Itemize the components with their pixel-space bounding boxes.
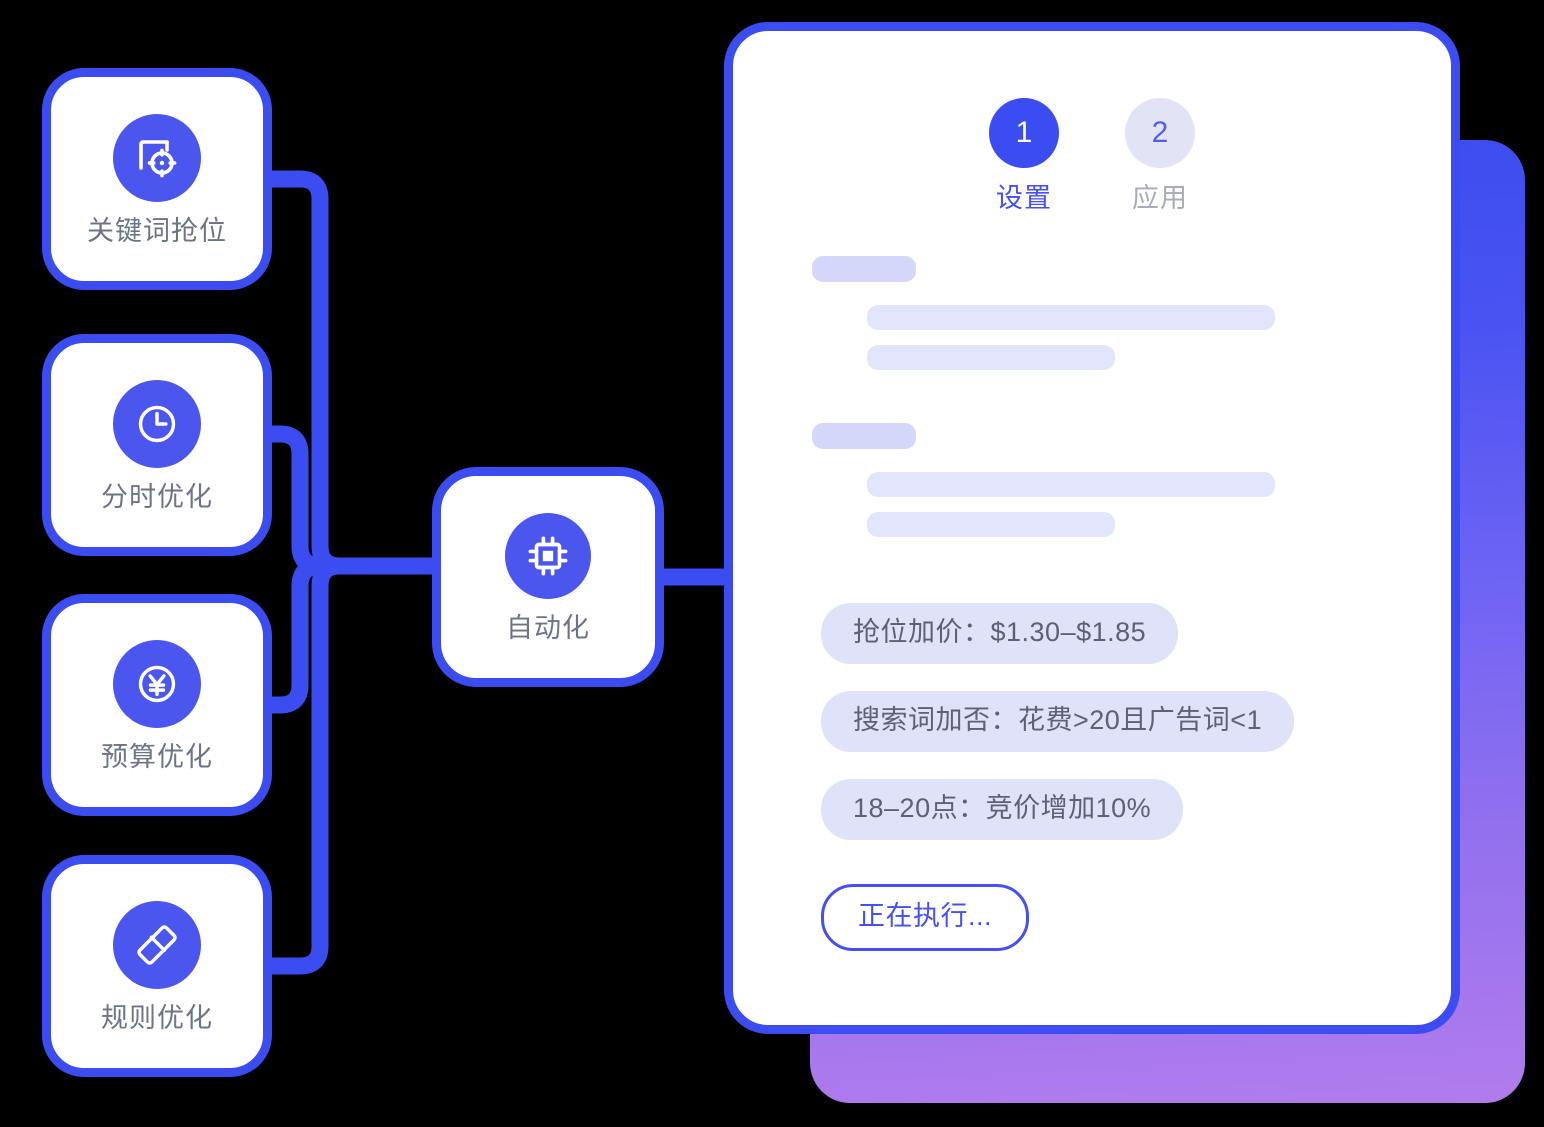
skeleton-title-bar — [812, 423, 916, 449]
target-document-icon — [113, 113, 201, 202]
feature-card-rule-optimization[interactable]: 规则优化 — [42, 855, 272, 1077]
skeleton-line-bar — [867, 345, 1115, 370]
step-item-settings[interactable]: 1 设置 — [989, 98, 1059, 212]
automation-hub-node[interactable]: 自动化 — [432, 467, 664, 687]
connector-card-1 — [263, 425, 441, 575]
executing-status-button[interactable]: 正在执行... — [821, 884, 1030, 952]
step-item-apply[interactable]: 2 应用 — [1125, 98, 1195, 212]
ruler-icon — [113, 900, 201, 989]
rule-pill[interactable]: 抢位加价：$1.30–$1.85 — [821, 603, 1179, 665]
feature-card-keyword-bidding[interactable]: 关键词抢位 — [42, 68, 272, 290]
skeleton-title-bar — [812, 256, 916, 282]
status-area: 正在执行... — [733, 884, 1451, 952]
feature-card-dayparting[interactable]: 分时优化 — [42, 334, 272, 556]
rule-pill-list: 抢位加价：$1.30–$1.85 搜索词加否：花费>20且广告词<1 18–20… — [733, 603, 1451, 867]
rule-pill-row: 抢位加价：$1.30–$1.85 — [821, 603, 1451, 691]
skeleton-placeholder-area — [733, 256, 1451, 537]
feature-card-label: 关键词抢位 — [87, 215, 227, 246]
step-label: 应用 — [1132, 183, 1188, 213]
rule-pill-row: 搜索词加否：花费>20且广告词<1 — [821, 691, 1451, 779]
skeleton-line-bar — [867, 305, 1275, 330]
feature-card-label: 规则优化 — [101, 1002, 213, 1033]
skeleton-group — [812, 423, 1451, 537]
step-label: 设置 — [996, 183, 1052, 213]
rule-pill-row: 18–20点：竞价增加10% — [821, 779, 1451, 867]
detail-panel: 1 设置 2 应用 抢位加价：$1.30–$1.85 搜索词加否：花费>20且广… — [724, 22, 1460, 1034]
feature-card-label: 预算优化 — [101, 741, 213, 772]
skeleton-group — [812, 256, 1451, 370]
feature-card-label: 分时优化 — [101, 481, 213, 512]
step-number-badge: 1 — [989, 98, 1059, 168]
stepper: 1 设置 2 应用 — [733, 98, 1451, 212]
skeleton-line-bar — [867, 512, 1115, 537]
yen-circle-icon — [113, 639, 201, 728]
rule-pill[interactable]: 18–20点：竞价增加10% — [821, 779, 1184, 841]
connector-card-2 — [263, 557, 441, 714]
feature-card-budget-optimization[interactable]: 预算优化 — [42, 594, 272, 816]
rule-pill[interactable]: 搜索词加否：花费>20且广告词<1 — [821, 691, 1295, 753]
cpu-chip-icon — [505, 512, 591, 599]
skeleton-line-bar — [867, 472, 1275, 497]
diagram-stage: 关键词抢位 分时优化 预算优化 规则优化 自动化 1 设置 2 应用 抢位加价：… — [0, 0, 1544, 1127]
step-number-badge: 2 — [1125, 98, 1195, 168]
clock-icon — [113, 379, 201, 468]
automation-hub-label: 自动化 — [506, 612, 590, 643]
